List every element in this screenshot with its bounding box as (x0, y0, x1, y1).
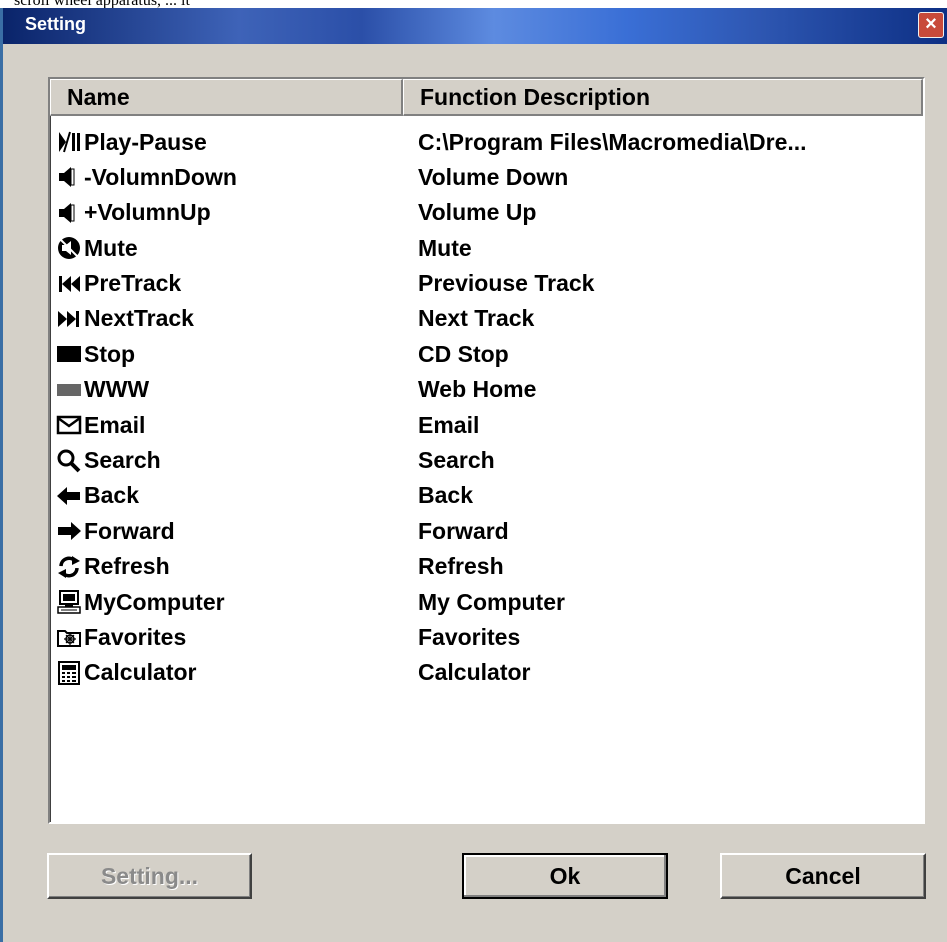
next-track-icon (56, 306, 82, 332)
item-name: Mute (84, 234, 138, 261)
item-description: CD Stop (418, 340, 509, 367)
item-name: Email (84, 411, 146, 438)
list-item-volume-down[interactable]: -VolumnDown Volume Down (50, 160, 923, 195)
window-title: Setting (25, 14, 86, 34)
item-description: Web Home (418, 376, 537, 403)
item-name-cell: MyComputer (56, 587, 225, 617)
mute-icon (56, 235, 82, 261)
item-name-cell: Back (56, 481, 139, 511)
list-item-mute[interactable]: Mute Mute (50, 231, 923, 266)
item-name: Play-Pause (84, 128, 207, 155)
magnifier-icon (56, 448, 82, 474)
list-item-previous-track[interactable]: PreTrack Previouse Track (50, 267, 923, 302)
favorites-folder-icon (56, 624, 82, 650)
item-description: Mute (418, 234, 472, 261)
list-header: Name Function Description (50, 79, 923, 116)
refresh-icon (56, 554, 82, 580)
item-name: PreTrack (84, 270, 182, 297)
computer-icon (56, 589, 82, 615)
background-text: scroll wheel apparatus, ... it (14, 0, 190, 8)
item-name: Stop (84, 340, 136, 367)
play-pause-icon (56, 129, 82, 155)
list-item-calculator[interactable]: Calculator Calculator (50, 656, 923, 691)
list-item-volume-up[interactable]: +VolumnUp Volume Up (50, 196, 923, 231)
forward-arrow-icon (56, 518, 82, 544)
item-name-cell: Favorites (56, 622, 186, 652)
list-item-favorites[interactable]: Favorites Favorites (50, 620, 923, 655)
item-description: Volume Up (418, 199, 537, 226)
speaker-icon (56, 164, 82, 190)
item-name: MyComputer (84, 588, 225, 615)
back-arrow-icon (56, 483, 82, 509)
item-description: C:\Program Files\Macromedia\Dre... (418, 128, 807, 155)
close-button[interactable]: × (918, 12, 944, 38)
list-item-back[interactable]: Back Back (50, 479, 923, 514)
item-name-cell: +VolumnUp (56, 198, 211, 228)
list-item-next-track[interactable]: NextTrack Next Track (50, 302, 923, 337)
item-description: Forward (418, 517, 509, 544)
item-name: Back (84, 482, 139, 509)
item-name-cell: Refresh (56, 552, 170, 582)
list-item-play-pause[interactable]: Play-Pause C:\Program Files\Macromedia\D… (50, 125, 923, 160)
item-name: WWW (84, 376, 150, 403)
list-item-my-computer[interactable]: MyComputer My Computer (50, 585, 923, 620)
item-description: Next Track (418, 305, 535, 332)
speaker-icon (56, 200, 82, 226)
item-name-cell: -VolumnDown (56, 162, 237, 192)
column-header-name[interactable]: Name (50, 79, 403, 116)
setting-dialog: Setting × Name Function Description Play… (0, 8, 947, 942)
item-name-cell: Play-Pause (56, 127, 207, 157)
item-name: NextTrack (84, 305, 194, 332)
item-name-cell: Stop (56, 339, 135, 369)
item-description: Favorites (418, 623, 521, 650)
item-description: Refresh (418, 553, 504, 580)
item-description: Volume Down (418, 163, 569, 190)
stop-icon (56, 341, 82, 367)
item-name-cell: Email (56, 410, 145, 440)
item-name: Refresh (84, 553, 170, 580)
list-item-forward[interactable]: Forward Forward (50, 514, 923, 549)
title-bar[interactable]: Setting × (3, 8, 947, 44)
item-description: Search (418, 447, 495, 474)
envelope-icon (56, 412, 82, 438)
item-name-cell: WWW (56, 375, 149, 405)
www-icon (56, 377, 82, 403)
item-name-cell: Search (56, 446, 161, 476)
item-description: Calculator (418, 659, 531, 686)
item-name-cell: Forward (56, 516, 175, 546)
list-rows: Play-Pause C:\Program Files\Macromedia\D… (50, 125, 923, 691)
item-name: Forward (84, 517, 175, 544)
item-description: My Computer (418, 588, 565, 615)
item-name: Favorites (84, 623, 187, 650)
item-name: -VolumnDown (84, 163, 237, 190)
cancel-button[interactable]: Cancel (720, 853, 926, 899)
calculator-icon (56, 660, 82, 686)
item-name: +VolumnUp (84, 199, 211, 226)
item-name: Calculator (84, 659, 197, 686)
list-item-refresh[interactable]: Refresh Refresh (50, 550, 923, 585)
item-description: Previouse Track (418, 270, 595, 297)
list-item-www[interactable]: WWW Web Home (50, 373, 923, 408)
item-description: Back (418, 482, 473, 509)
background-text-strip: scroll wheel apparatus, ... it (0, 0, 947, 8)
function-list[interactable]: Name Function Description Play-Pause C:\… (48, 77, 925, 824)
column-header-description[interactable]: Function Description (403, 79, 923, 116)
item-name-cell: NextTrack (56, 304, 194, 334)
item-description: Email (418, 411, 480, 438)
list-item-email[interactable]: Email Email (50, 408, 923, 443)
previous-track-icon (56, 271, 82, 297)
list-item-search[interactable]: Search Search (50, 444, 923, 479)
item-name-cell: Mute (56, 233, 138, 263)
item-name-cell: PreTrack (56, 269, 181, 299)
item-name-cell: Calculator (56, 658, 196, 688)
setting-button[interactable]: Setting... (47, 853, 252, 899)
list-item-stop[interactable]: Stop CD Stop (50, 337, 923, 372)
ok-button[interactable]: Ok (462, 853, 668, 899)
item-name: Search (84, 447, 161, 474)
